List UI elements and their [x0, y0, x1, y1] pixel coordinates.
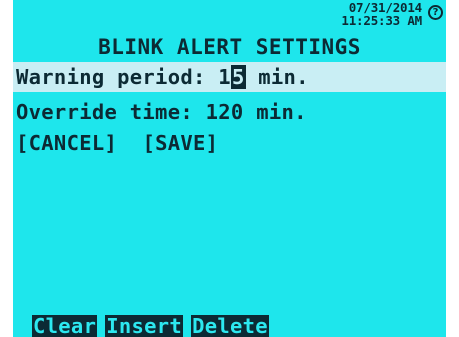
warning-period-input[interactable]: 15	[218, 65, 246, 89]
warning-period-cursor-digit: 5	[230, 65, 246, 89]
override-time-value[interactable]: 120	[206, 100, 244, 124]
clear-softkey[interactable]: Clear	[32, 315, 98, 337]
override-time-unit: min.	[243, 100, 307, 124]
device-screen: 07/31/2014 11:25:33 AM ? BLINK ALERT SET…	[13, 0, 446, 337]
time-text: 11:25:33 AM	[341, 13, 422, 28]
cancel-button[interactable]: [CANCEL]	[16, 131, 117, 155]
save-button[interactable]: [SAVE]	[142, 131, 218, 155]
warning-period-row[interactable]: Warning period: 15 min.	[13, 62, 446, 92]
warning-period-unit: min.	[245, 65, 309, 89]
softkey-bar: Clear Insert Delete	[32, 315, 269, 337]
help-icon[interactable]: ?	[428, 5, 443, 20]
override-time-row[interactable]: Override time: 120 min.	[13, 97, 446, 127]
action-row: [CANCEL] [SAVE]	[13, 128, 446, 158]
warning-period-label: Warning period:	[16, 65, 219, 89]
delete-softkey[interactable]: Delete	[191, 315, 269, 337]
help-icon-symbol: ?	[432, 6, 439, 18]
datetime-display: 07/31/2014 11:25:33 AM	[332, 1, 422, 27]
insert-softkey[interactable]: Insert	[105, 315, 184, 337]
warning-period-digit-1: 1	[218, 65, 231, 89]
page-title: BLINK ALERT SETTINGS	[98, 35, 361, 59]
override-time-label: Override time:	[16, 100, 206, 124]
